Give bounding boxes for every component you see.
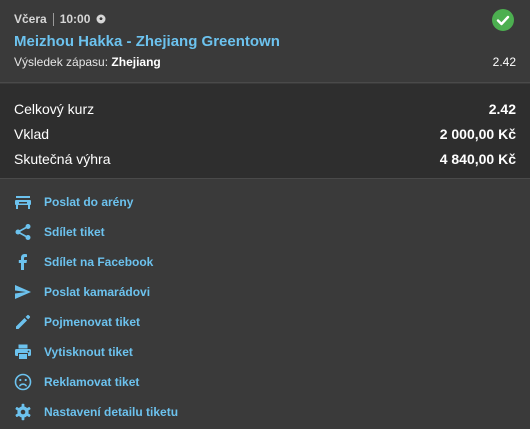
soccer-ball-icon xyxy=(96,14,106,24)
summary-value: 4 840,00 Kč xyxy=(439,151,516,167)
action-label: Poslat do arény xyxy=(44,195,134,209)
send-icon xyxy=(14,283,32,301)
result-label: Výsledek zápasu: xyxy=(14,55,109,69)
action-share-ticket[interactable]: Sdílet tiket xyxy=(0,217,530,247)
pencil-icon xyxy=(14,313,32,331)
summary-row-stake: Vklad 2 000,00 Kč xyxy=(14,126,516,148)
bet-item: Včera 10:00 Meizhou Hakka - Zhejiang Gre… xyxy=(0,0,530,83)
share-icon xyxy=(14,223,32,241)
result-value: Zhejiang xyxy=(111,55,161,69)
action-send-to-friend[interactable]: Poslat kamarádovi xyxy=(0,277,530,307)
summary-label: Celkový kurz xyxy=(14,101,95,117)
action-claim-ticket[interactable]: Reklamovat tiket xyxy=(0,367,530,397)
action-send-to-arena[interactable]: Poslat do arény xyxy=(0,187,530,217)
action-label: Poslat kamarádovi xyxy=(44,285,151,299)
ticket-summary: Celkový kurz 2.42 Vklad 2 000,00 Kč Skut… xyxy=(0,84,530,179)
action-label: Nastavení detailu tiketu xyxy=(44,405,179,419)
action-rename-ticket[interactable]: Pojmenovat tiket xyxy=(0,307,530,337)
action-label: Vytisknout tiket xyxy=(44,345,133,359)
check-circle-icon xyxy=(492,9,514,31)
summary-label: Skutečná výhra xyxy=(14,151,111,167)
summary-value: 2 000,00 Kč xyxy=(439,126,516,142)
action-label: Sdílet na Facebook xyxy=(44,255,154,269)
facebook-icon xyxy=(14,253,32,271)
bet-meta: Včera 10:00 xyxy=(14,12,106,26)
summary-row-actual-win: Skutečná výhra 4 840,00 Kč xyxy=(14,151,516,173)
match-name[interactable]: Meizhou Hakka - Zhejiang Greentown xyxy=(14,33,280,50)
bet-day: Včera xyxy=(14,12,47,26)
bet-odd: 2.42 xyxy=(492,55,516,69)
printer-icon xyxy=(14,343,32,361)
summary-row-total-odds: Celkový kurz 2.42 xyxy=(14,101,516,123)
arena-icon xyxy=(14,193,32,211)
action-label: Pojmenovat tiket xyxy=(44,315,141,329)
action-label: Reklamovat tiket xyxy=(44,375,140,389)
gear-icon xyxy=(14,403,32,421)
action-label: Sdílet tiket xyxy=(44,225,105,239)
divider xyxy=(52,12,54,26)
summary-value: 2.42 xyxy=(488,101,516,117)
bet-time: 10:00 xyxy=(59,12,91,26)
action-print-ticket[interactable]: Vytisknout tiket xyxy=(0,337,530,367)
summary-label: Vklad xyxy=(14,126,50,142)
action-share-facebook[interactable]: Sdílet na Facebook xyxy=(0,247,530,277)
sad-face-icon xyxy=(14,373,32,391)
match-result: Výsledek zápasu: Zhejiang xyxy=(14,55,161,69)
action-ticket-detail-settings[interactable]: Nastavení detailu tiketu xyxy=(0,397,530,427)
